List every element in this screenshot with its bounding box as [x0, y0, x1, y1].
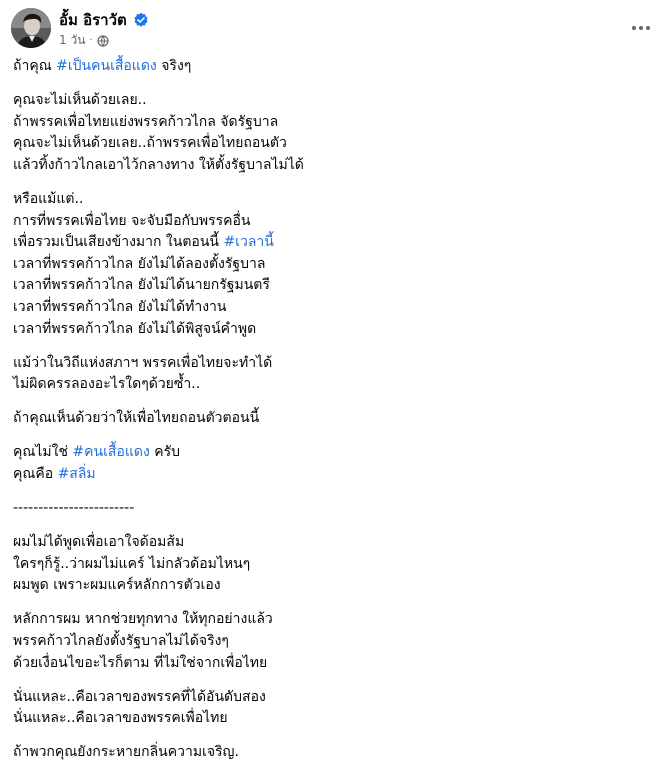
text-line: คุณจะไม่เห็นด้วยเลย..ถ้าพรรคเพื่อไทยถอนต…: [13, 135, 287, 152]
facebook-post: อั้ม อิราวัต 1 วัน · ถ้าคุณ #เป็นคนเสื้อ…: [0, 0, 671, 760]
post-meta: 1 วัน ·: [59, 31, 109, 50]
avatar[interactable]: [11, 8, 51, 48]
text-line: เพื่อรวมเป็นเสียงข้างมาก ในตอนนี้ #เวลาน…: [13, 232, 653, 254]
text: เพื่อรวมเป็นเสียงข้างมาก ในตอนนี้: [13, 234, 224, 251]
text-divider: ------------------------: [13, 500, 135, 517]
text-line: คุณคือ #สลิ่ม: [13, 464, 653, 486]
more-options-icon: [646, 26, 650, 30]
text-line: หรือแม้แต่..: [13, 190, 84, 207]
hashtag-link[interactable]: #สลิ่ม: [58, 466, 96, 482]
author-row: อั้ม อิราวัต: [59, 8, 149, 32]
more-options-icon: [632, 26, 636, 30]
text-line: การที่พรรคเพื่อไทย จะจับมือกับพรรคอื่น: [13, 212, 251, 229]
post-timestamp[interactable]: 1 วัน: [59, 31, 85, 50]
text-line: ใครๆก็รู้..ว่าผมไม่แคร์ ไม่กลัวด้อมไหนๆ: [13, 555, 251, 572]
text: คุณไม่ใช่: [13, 444, 73, 461]
text-line: คุณจะไม่เห็นด้วยเลย..: [13, 92, 147, 109]
text: ถ้าคุณ: [13, 58, 57, 74]
text-line: เวลาที่พรรคก้าวไกล ยังไม่ได้นายกรัฐมนตรี: [13, 277, 270, 294]
text-line: ไม่ผิดครรลองอะไรใดๆด้วยซ้ำ..: [13, 376, 201, 393]
paragraph-3: หรือแม้แต่.. การที่พรรคเพื่อไทย จะจับมือ…: [13, 189, 653, 340]
paragraph-9: นั่นแหละ..คือเวลาของพรรคที่ได้อันดับสอง …: [13, 687, 653, 730]
text-line: หลักการผม หากช่วยทุกทาง ให้ทุกอย่างแล้ว: [13, 611, 273, 628]
globe-icon[interactable]: [96, 34, 109, 47]
hashtag-link[interactable]: #เวลานี้: [223, 234, 273, 250]
hashtag-link[interactable]: #คนเสื้อแดง: [72, 444, 149, 460]
text-line: ผมไม่ได้พูดเพื่อเอาใจด้อมส้ม: [13, 534, 185, 551]
paragraph-10: ถ้าพวกคุณยังกระหายกลิ่นความเจริญ.: [13, 742, 653, 764]
text-line: ถ้าคุณเห็นด้วยว่าให้เพื่อไทยถอนตัวตอนนี้: [13, 410, 260, 427]
text-line: แล้วทิ้งก้าวไกลเอาไว้กลางทาง ให้ตั้งรัฐบ…: [13, 156, 304, 173]
text-line: นั่นแหละ..คือเวลาของพรรคเพื่อไทย: [13, 710, 228, 727]
text-line: เวลาที่พรรคก้าวไกล ยังไม่ได้ทำงาน: [13, 298, 227, 315]
text-line: ผมพูด เพราะผมแคร์หลักการตัวเอง: [13, 577, 221, 594]
paragraph-2: คุณจะไม่เห็นด้วยเลย.. ถ้าพรรคเพื่อไทยแย่…: [13, 90, 653, 176]
paragraph-1: ถ้าคุณ #เป็นคนเสื้อแดง จริงๆ: [13, 56, 653, 78]
text-line: แม้ว่าในวิถีแห่งสภาฯ พรรคเพื่อไทยจะทำได้: [13, 354, 273, 371]
paragraph-5: ถ้าคุณเห็นด้วยว่าให้เพื่อไทยถอนตัวตอนนี้: [13, 408, 653, 430]
text-line: เวลาที่พรรคก้าวไกล ยังไม่ได้ลองตั้งรัฐบา…: [13, 255, 266, 272]
text-line: เวลาที่พรรคก้าวไกล ยังไม่ได้พิสูจน์คำพูด: [13, 320, 257, 337]
text-line: ถ้าพรรคเพื่อไทยแย่งพรรคก้าวไกล จัดรัฐบาล: [13, 113, 279, 130]
text-line: ด้วยเงื่อนไขอะไรก็ตาม ที่ไม่ใช่จากเพื่อไ…: [13, 654, 268, 671]
author-name[interactable]: อั้ม อิราวัต: [59, 8, 127, 32]
text-line: ถ้าพวกคุณยังกระหายกลิ่นความเจริญ.: [13, 744, 239, 761]
text-line: พรรคก้าวไกลยังตั้งรัฐบาลไม่ได้จริงๆ: [13, 633, 229, 650]
profile-photo-icon: [11, 8, 51, 48]
text-line: นั่นแหละ..คือเวลาของพรรคที่ได้อันดับสอง: [13, 688, 266, 705]
more-options-button[interactable]: [623, 10, 659, 46]
text: จริงๆ: [156, 58, 192, 74]
paragraph-4: แม้ว่าในวิถีแห่งสภาฯ พรรคเพื่อไทยจะทำได้…: [13, 353, 653, 396]
text: ครับ: [149, 444, 181, 461]
divider-line: ------------------------: [13, 498, 653, 520]
post-body: ถ้าคุณ #เป็นคนเสื้อแดง จริงๆ คุณจะไม่เห็…: [13, 56, 653, 777]
paragraph-7: ผมไม่ได้พูดเพื่อเอาใจด้อมส้ม ใครๆก็รู้..…: [13, 532, 653, 597]
text: คุณคือ: [13, 466, 58, 482]
meta-separator: ·: [89, 35, 93, 46]
verified-badge-icon: [134, 12, 148, 27]
text-line: ถ้าคุณ #เป็นคนเสื้อแดง จริงๆ: [13, 56, 653, 78]
paragraph-6: คุณไม่ใช่ #คนเสื้อแดง ครับ คุณคือ #สลิ่ม: [13, 442, 653, 485]
text-line: คุณไม่ใช่ #คนเสื้อแดง ครับ: [13, 442, 653, 464]
paragraph-8: หลักการผม หากช่วยทุกทาง ให้ทุกอย่างแล้ว …: [13, 609, 653, 674]
hashtag-link[interactable]: #เป็นคนเสื้อแดง: [56, 58, 157, 74]
more-options-icon: [639, 26, 643, 30]
